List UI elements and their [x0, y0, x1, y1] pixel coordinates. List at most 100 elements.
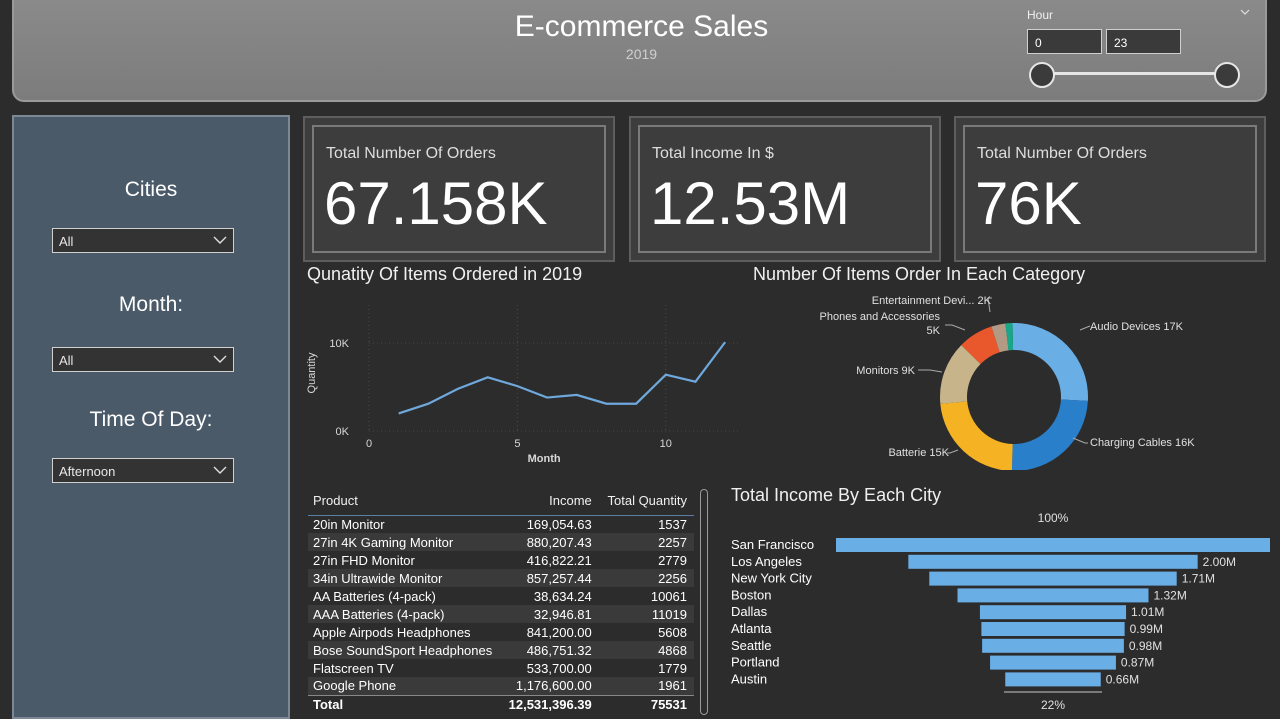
chevron-down-icon[interactable] — [1239, 6, 1251, 18]
chevron-down-icon — [213, 466, 227, 474]
leader-line — [945, 324, 966, 331]
table-row[interactable]: Flatscreen TV 533,700.00 1779 — [308, 659, 694, 677]
table-total-row: Total 12,531,396.39 75531 — [308, 694, 694, 713]
time-of-day-dropdown[interactable]: Afternoon — [52, 458, 234, 483]
column-header-income[interactable]: Income — [499, 486, 599, 516]
kpi-card-frame: Total Number Of Orders 67.158K — [312, 125, 606, 253]
cities-dropdown-value: All — [59, 234, 74, 249]
quantity-cell: 1537 — [658, 516, 687, 532]
quantity-cell: 2779 — [658, 552, 687, 568]
donut-slice — [1012, 323, 1088, 401]
quantity-cell: 1961 — [598, 677, 694, 695]
month-dropdown[interactable]: All — [52, 347, 234, 372]
income-cell: 1,176,600.00 — [499, 677, 599, 695]
kpi-card-frame: Total Income In $ 12.53M — [638, 125, 932, 253]
hour-slider-max-handle[interactable] — [1214, 62, 1240, 88]
product-table[interactable]: Product Income Total Quantity 20in Monit… — [308, 486, 694, 716]
y-axis-label: Quantity — [306, 352, 318, 393]
income-cell: 533,700.00 — [526, 660, 592, 676]
line-chart[interactable]: 0 5 10 0K 10K Month Quantity — [300, 290, 750, 475]
city-label: Austin — [731, 671, 767, 686]
kpi-card-orders-2: Total Number Of Orders 76K — [954, 116, 1266, 262]
filter-panel: Cities All Month: All Time Of Day: After… — [12, 115, 290, 719]
x-tick-label: 10 — [660, 438, 672, 450]
funnel-bar — [929, 571, 1177, 586]
funnel-bar — [990, 655, 1116, 670]
funnel-bar — [1005, 672, 1101, 687]
table-scrollbar[interactable] — [700, 489, 708, 715]
x-tick-label: 5 — [514, 438, 520, 450]
quantity-cell: 2257 — [598, 533, 694, 551]
quantity-cell: 11019 — [598, 605, 694, 623]
product-cell: 20in Monitor — [313, 516, 385, 532]
total-quantity-cell: 75531 — [598, 694, 694, 713]
chevron-down-icon — [213, 236, 227, 244]
table-row[interactable]: 27in 4K Gaming Monitor 880,207.43 2257 — [308, 533, 694, 551]
donut-data-label: Entertainment Devi... 2K — [872, 295, 992, 307]
funnel-value-label: 1.32M — [1153, 588, 1186, 602]
y-tick-label: 10K — [329, 338, 349, 350]
table-row[interactable]: 27in FHD Monitor 416,822.21 2779 — [308, 551, 694, 569]
product-cell: Bose SoundSport Headphones — [308, 641, 500, 659]
donut-data-label: Audio Devices 17K — [1090, 321, 1184, 333]
quantity-cell: 4868 — [598, 641, 694, 659]
donut-data-label: Batterie 15K — [888, 447, 949, 459]
series-line — [398, 341, 727, 415]
hour-slider-min-handle[interactable] — [1029, 62, 1055, 88]
quantity-cell: 5608 — [658, 624, 687, 640]
product-cell: Flatscreen TV — [313, 660, 394, 676]
kpi-label: Total Income In $ — [652, 145, 774, 162]
funnel-bar — [979, 605, 1127, 620]
quantity-cell: 2256 — [598, 569, 694, 587]
month-dropdown-value: All — [59, 353, 74, 368]
funnel-value-label: 1.71M — [1182, 572, 1215, 586]
product-cell: AAA Batteries (4-pack) — [308, 605, 500, 623]
income-cell: 38,634.24 — [533, 588, 592, 604]
table-row[interactable]: 20in Monitor 169,054.63 1537 — [308, 515, 694, 533]
city-label: Los Angeles — [731, 554, 802, 569]
product-cell: 27in 4K Gaming Monitor — [308, 533, 500, 551]
leader-line — [918, 369, 943, 373]
donut-data-label: 5K — [927, 325, 941, 337]
city-label: Portland — [731, 655, 779, 670]
funnel-bottom-label: 22% — [1041, 698, 1065, 712]
city-label: Atlanta — [731, 621, 772, 636]
city-label: Dallas — [731, 604, 768, 619]
time-of-day-dropdown-value: Afternoon — [59, 464, 116, 479]
time-of-day-label: Time Of Day: — [89, 408, 213, 431]
funnel-chart[interactable]: 100% San Francisco Los Angeles 2.00M New Yor… — [725, 505, 1280, 719]
cities-dropdown[interactable]: All — [52, 228, 234, 253]
funnel-top-label: 100% — [1038, 511, 1069, 525]
product-cell: 27in FHD Monitor — [313, 552, 415, 568]
hour-max-input[interactable]: 23 — [1106, 29, 1181, 54]
product-cell: Apple Airpods Headphones — [313, 624, 471, 640]
header-banner: E-commerce Sales 2019 Hour 0 23 — [12, 0, 1267, 102]
donut-chart[interactable]: Audio Devices 17K Charging Cables 16K Batt… — [780, 290, 1260, 470]
table-row[interactable]: AA Batteries (4-pack) 38,634.24 10061 — [308, 587, 694, 605]
funnel-value-label: 0.87M — [1121, 656, 1154, 670]
income-cell: 880,207.43 — [499, 533, 599, 551]
income-cell: 32,946.81 — [499, 605, 599, 623]
city-label: Seattle — [731, 638, 771, 653]
line-chart-title: Qunatity Of Items Ordered in 2019 — [307, 264, 583, 284]
funnel-value-label: 0.66M — [1106, 672, 1139, 686]
donut-data-label: Charging Cables 16K — [1090, 437, 1195, 449]
donut-data-label: Monitors 9K — [856, 365, 915, 377]
table-row[interactable]: Bose SoundSport Headphones 486,751.32 4868 — [308, 641, 694, 659]
kpi-value: 67.158K — [324, 170, 548, 237]
column-header-quantity[interactable]: Total Quantity — [598, 486, 694, 516]
kpi-label: Total Number Of Orders — [326, 145, 496, 162]
city-label: New York City — [731, 571, 812, 586]
kpi-value: 76K — [975, 170, 1082, 237]
funnel-bar — [957, 588, 1149, 603]
hour-slider-track[interactable] — [1043, 72, 1228, 75]
column-header-product[interactable]: Product — [308, 486, 500, 516]
table-row[interactable]: AAA Batteries (4-pack) 32,946.81 11019 — [308, 605, 694, 623]
leader-line — [1072, 437, 1088, 444]
chevron-down-icon — [213, 355, 227, 363]
hour-min-input[interactable]: 0 — [1027, 29, 1102, 54]
table-row[interactable]: Google Phone 1,176,600.00 1961 — [308, 677, 694, 695]
table-row[interactable]: Apple Airpods Headphones 841,200.00 5608 — [308, 623, 694, 641]
table-row[interactable]: 34in Ultrawide Monitor 857,257.44 2256 — [308, 569, 694, 587]
y-tick-label: 0K — [336, 426, 350, 438]
